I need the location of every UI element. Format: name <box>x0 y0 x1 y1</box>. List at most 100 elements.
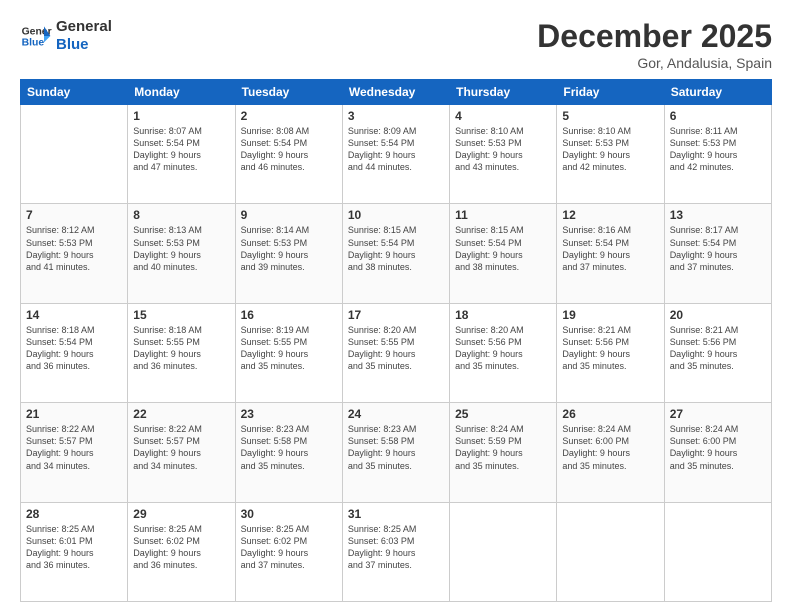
day-info: Sunrise: 8:19 AMSunset: 5:55 PMDaylight:… <box>241 324 337 373</box>
calendar-table: SundayMondayTuesdayWednesdayThursdayFrid… <box>20 79 772 602</box>
weekday-header-monday: Monday <box>128 80 235 105</box>
logo-icon: General Blue <box>20 20 52 52</box>
day-number: 1 <box>133 109 229 123</box>
week-row-4: 21 Sunrise: 8:22 AMSunset: 5:57 PMDayligh… <box>21 403 772 502</box>
day-info: Sunrise: 8:08 AMSunset: 5:54 PMDaylight:… <box>241 125 337 174</box>
day-info: Sunrise: 8:10 AMSunset: 5:53 PMDaylight:… <box>455 125 551 174</box>
calendar-cell: 4 Sunrise: 8:10 AMSunset: 5:53 PMDaylight… <box>450 105 557 204</box>
weekday-header-saturday: Saturday <box>664 80 771 105</box>
day-info: Sunrise: 8:24 AMSunset: 5:59 PMDaylight:… <box>455 423 551 472</box>
calendar-cell: 23 Sunrise: 8:23 AMSunset: 5:58 PMDayligh… <box>235 403 342 502</box>
day-number: 15 <box>133 308 229 322</box>
day-number: 29 <box>133 507 229 521</box>
calendar-cell: 31 Sunrise: 8:25 AMSunset: 6:03 PMDayligh… <box>342 502 449 601</box>
week-row-1: 1 Sunrise: 8:07 AMSunset: 5:54 PMDaylight… <box>21 105 772 204</box>
day-number: 18 <box>455 308 551 322</box>
day-info: Sunrise: 8:25 AMSunset: 6:03 PMDaylight:… <box>348 523 444 572</box>
calendar-cell: 30Sunrise: 8:25 AMSunset: 6:02 PMDayligh… <box>235 502 342 601</box>
day-info: Sunrise: 8:25 AMSunset: 6:02 PMDaylight:… <box>133 523 229 572</box>
calendar-body: 1 Sunrise: 8:07 AMSunset: 5:54 PMDaylight… <box>21 105 772 602</box>
day-number: 23 <box>241 407 337 421</box>
day-number: 21 <box>26 407 122 421</box>
calendar-cell: 15 Sunrise: 8:18 AMSunset: 5:55 PMDayligh… <box>128 303 235 402</box>
week-row-3: 14 Sunrise: 8:18 AMSunset: 5:54 PMDayligh… <box>21 303 772 402</box>
day-info: Sunrise: 8:15 AMSunset: 5:54 PMDaylight:… <box>455 224 551 273</box>
calendar-cell: 16 Sunrise: 8:19 AMSunset: 5:55 PMDayligh… <box>235 303 342 402</box>
calendar-cell: 12 Sunrise: 8:16 AMSunset: 5:54 PMDayligh… <box>557 204 664 303</box>
day-info: Sunrise: 8:10 AMSunset: 5:53 PMDaylight:… <box>562 125 658 174</box>
location: Gor, Andalusia, Spain <box>537 55 772 71</box>
calendar-cell: 29 Sunrise: 8:25 AMSunset: 6:02 PMDayligh… <box>128 502 235 601</box>
day-number: 28 <box>26 507 122 521</box>
day-number: 13 <box>670 208 766 222</box>
day-number: 14 <box>26 308 122 322</box>
logo: General Blue General Blue <box>20 18 112 54</box>
calendar-cell: 21 Sunrise: 8:22 AMSunset: 5:57 PMDayligh… <box>21 403 128 502</box>
day-number: 7 <box>26 208 122 222</box>
calendar-cell <box>450 502 557 601</box>
calendar-cell: 6Sunrise: 8:11 AMSunset: 5:53 PMDaylight… <box>664 105 771 204</box>
day-info: Sunrise: 8:20 AMSunset: 5:56 PMDaylight:… <box>455 324 551 373</box>
day-number: 20 <box>670 308 766 322</box>
day-info: Sunrise: 8:07 AMSunset: 5:54 PMDaylight:… <box>133 125 229 174</box>
month-title: December 2025 <box>537 18 772 55</box>
calendar-cell: 26 Sunrise: 8:24 AMSunset: 6:00 PMDayligh… <box>557 403 664 502</box>
calendar-cell: 20 Sunrise: 8:21 AMSunset: 5:56 PMDayligh… <box>664 303 771 402</box>
calendar-cell <box>21 105 128 204</box>
title-block: December 2025 Gor, Andalusia, Spain <box>537 18 772 71</box>
day-number: 16 <box>241 308 337 322</box>
weekday-header-sunday: Sunday <box>21 80 128 105</box>
calendar-cell: 9Sunrise: 8:14 AMSunset: 5:53 PMDaylight… <box>235 204 342 303</box>
calendar-cell: 5 Sunrise: 8:10 AMSunset: 5:53 PMDaylight… <box>557 105 664 204</box>
calendar-cell: 10Sunrise: 8:15 AMSunset: 5:54 PMDayligh… <box>342 204 449 303</box>
logo-general: General <box>56 18 112 36</box>
day-number: 6 <box>670 109 766 123</box>
day-info: Sunrise: 8:24 AMSunset: 6:00 PMDaylight:… <box>562 423 658 472</box>
calendar-cell: 22 Sunrise: 8:22 AMSunset: 5:57 PMDayligh… <box>128 403 235 502</box>
calendar-cell: 13 Sunrise: 8:17 AMSunset: 5:54 PMDayligh… <box>664 204 771 303</box>
day-info: Sunrise: 8:17 AMSunset: 5:54 PMDaylight:… <box>670 224 766 273</box>
day-info: Sunrise: 8:20 AMSunset: 5:55 PMDaylight:… <box>348 324 444 373</box>
day-info: Sunrise: 8:25 AMSunset: 6:02 PMDaylight:… <box>241 523 337 572</box>
calendar-cell: 7Sunrise: 8:12 AMSunset: 5:53 PMDaylight… <box>21 204 128 303</box>
day-number: 4 <box>455 109 551 123</box>
weekday-header-thursday: Thursday <box>450 80 557 105</box>
day-info: Sunrise: 8:22 AMSunset: 5:57 PMDaylight:… <box>26 423 122 472</box>
weekday-header-wednesday: Wednesday <box>342 80 449 105</box>
day-info: Sunrise: 8:21 AMSunset: 5:56 PMDaylight:… <box>562 324 658 373</box>
calendar-cell: 24 Sunrise: 8:23 AMSunset: 5:58 PMDayligh… <box>342 403 449 502</box>
calendar-cell: 25 Sunrise: 8:24 AMSunset: 5:59 PMDayligh… <box>450 403 557 502</box>
weekday-header-row: SundayMondayTuesdayWednesdayThursdayFrid… <box>21 80 772 105</box>
day-number: 5 <box>562 109 658 123</box>
day-number: 26 <box>562 407 658 421</box>
day-number: 24 <box>348 407 444 421</box>
week-row-5: 28 Sunrise: 8:25 AMSunset: 6:01 PMDayligh… <box>21 502 772 601</box>
day-number: 25 <box>455 407 551 421</box>
day-info: Sunrise: 8:23 AMSunset: 5:58 PMDaylight:… <box>348 423 444 472</box>
day-number: 22 <box>133 407 229 421</box>
calendar-cell: 27Sunrise: 8:24 AMSunset: 6:00 PMDayligh… <box>664 403 771 502</box>
logo-blue: Blue <box>56 36 112 54</box>
calendar-cell: 19 Sunrise: 8:21 AMSunset: 5:56 PMDayligh… <box>557 303 664 402</box>
day-info: Sunrise: 8:22 AMSunset: 5:57 PMDaylight:… <box>133 423 229 472</box>
day-info: Sunrise: 8:16 AMSunset: 5:54 PMDaylight:… <box>562 224 658 273</box>
day-number: 19 <box>562 308 658 322</box>
calendar-cell <box>557 502 664 601</box>
day-info: Sunrise: 8:13 AMSunset: 5:53 PMDaylight:… <box>133 224 229 273</box>
day-number: 31 <box>348 507 444 521</box>
calendar-cell: 3 Sunrise: 8:09 AMSunset: 5:54 PMDaylight… <box>342 105 449 204</box>
day-number: 12 <box>562 208 658 222</box>
weekday-header-friday: Friday <box>557 80 664 105</box>
calendar-cell <box>664 502 771 601</box>
day-info: Sunrise: 8:25 AMSunset: 6:01 PMDaylight:… <box>26 523 122 572</box>
day-info: Sunrise: 8:23 AMSunset: 5:58 PMDaylight:… <box>241 423 337 472</box>
day-info: Sunrise: 8:15 AMSunset: 5:54 PMDaylight:… <box>348 224 444 273</box>
day-number: 2 <box>241 109 337 123</box>
day-info: Sunrise: 8:18 AMSunset: 5:54 PMDaylight:… <box>26 324 122 373</box>
calendar-cell: 11 Sunrise: 8:15 AMSunset: 5:54 PMDayligh… <box>450 204 557 303</box>
day-info: Sunrise: 8:09 AMSunset: 5:54 PMDaylight:… <box>348 125 444 174</box>
day-info: Sunrise: 8:21 AMSunset: 5:56 PMDaylight:… <box>670 324 766 373</box>
day-number: 3 <box>348 109 444 123</box>
day-number: 11 <box>455 208 551 222</box>
day-info: Sunrise: 8:18 AMSunset: 5:55 PMDaylight:… <box>133 324 229 373</box>
